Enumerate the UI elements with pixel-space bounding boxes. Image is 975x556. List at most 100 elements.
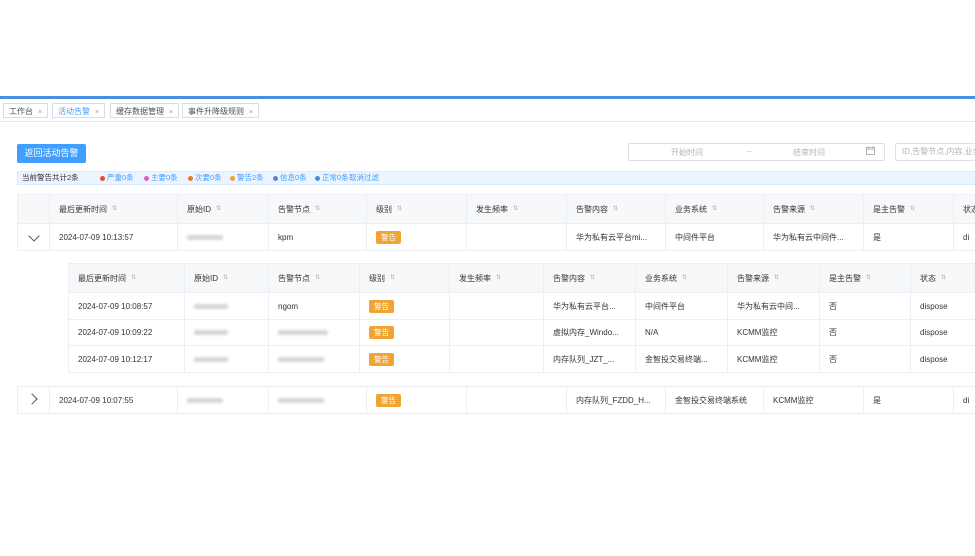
sort-icon[interactable]: ⇅ (774, 275, 779, 281)
col-header[interactable]: 发生频率 ⇅ (466, 194, 567, 224)
child-table-row[interactable]: 2024-07-09 10:08:57 ngom 警告 华为私有云平台... 中… (68, 292, 975, 320)
col-header[interactable]: 发生频率 ⇅ (449, 263, 544, 293)
cell-time: 2024-07-09 10:09:22 (68, 319, 185, 346)
search-input[interactable]: ID,告警节点,内容,业务 (895, 143, 975, 161)
col-header[interactable]: 状态 ⇅ (910, 263, 975, 293)
sort-icon[interactable]: ⇅ (613, 206, 618, 212)
date-separator: – (747, 147, 752, 156)
tab-workbench[interactable]: 工作台 × (3, 103, 49, 118)
sort-icon[interactable]: ⇅ (866, 275, 871, 281)
cell-freq (449, 319, 544, 346)
col-label: 发生频率 (459, 273, 491, 283)
sort-icon[interactable]: ⇅ (315, 206, 320, 212)
sort-icon[interactable]: ⇅ (590, 275, 595, 281)
redacted-id (194, 303, 228, 309)
col-header[interactable]: 告警节点 ⇅ (268, 263, 360, 293)
child-table-row[interactable]: 2024-07-09 10:09:22 警告 虚拟内存_Windo... N/A… (68, 319, 975, 346)
end-date-input[interactable]: 结束时间 (793, 147, 825, 158)
col-label: 最后更新时间 (59, 204, 107, 214)
tab-event-rules[interactable]: 事件升降级规则 × (182, 103, 260, 118)
tab-active-alarm[interactable]: 活动告警 × (52, 103, 106, 118)
table-row[interactable]: 2024-07-09 10:13:57 kpm 警告 华为私有云平台mi... … (17, 223, 975, 251)
sort-icon[interactable]: ⇅ (941, 275, 946, 281)
filter-label: 主要0条 (151, 173, 178, 182)
col-header[interactable]: 最后更新时间 ⇅ (49, 194, 178, 224)
sort-icon[interactable]: ⇅ (216, 206, 221, 212)
sort-icon[interactable]: ⇅ (315, 275, 320, 281)
expand-cell[interactable] (17, 386, 50, 414)
sort-icon[interactable]: ⇅ (682, 275, 687, 281)
col-header[interactable]: 告警内容 ⇅ (543, 263, 636, 293)
col-header[interactable]: 状态 (953, 194, 975, 224)
redacted-node (278, 330, 328, 335)
child-alarm-table: 最后更新时间 ⇅ 原始ID ⇅ 告警节点 ⇅ 级别 ⇅ 发生频率 ⇅ 告警内容 ⇅ 业务系统… (68, 263, 975, 373)
tab-cache-data[interactable]: 缓存数据管理 × (110, 103, 180, 118)
cell-level: 警告 (366, 223, 467, 251)
chevron-right-icon[interactable] (26, 393, 38, 405)
col-header[interactable]: 级别 ⇅ (366, 194, 467, 224)
cell-id (177, 386, 269, 414)
level-tag: 警告 (376, 230, 401, 244)
sort-icon[interactable]: ⇅ (112, 206, 117, 212)
cell-system: 金智投交易终端... (635, 345, 728, 373)
col-header[interactable]: 原始ID ⇅ (177, 194, 269, 224)
cell-source: 华为私有云中间... (727, 292, 820, 320)
redacted-node (278, 356, 324, 362)
col-header[interactable]: 原始ID ⇅ (184, 263, 269, 293)
date-range-picker[interactable]: 开始时间 – 结束时间 (628, 143, 885, 161)
filter-critical[interactable]: 严重0条 (100, 172, 134, 184)
start-date-input[interactable]: 开始时间 (671, 147, 703, 158)
col-header[interactable]: 告警内容 ⇅ (566, 194, 666, 224)
filter-info[interactable]: 信息0条 (273, 172, 307, 184)
sort-icon[interactable]: ⇅ (810, 206, 815, 212)
filter-minor[interactable]: 次要0条 (188, 172, 222, 184)
sort-icon[interactable]: ⇅ (397, 206, 402, 212)
cell-node: ngom (268, 292, 360, 320)
sort-icon[interactable]: ⇅ (513, 206, 518, 212)
col-header[interactable]: 业务系统 ⇅ (635, 263, 728, 293)
col-header[interactable]: 告警节点 ⇅ (268, 194, 367, 224)
filter-warning[interactable]: 警告2条 (230, 172, 264, 184)
close-icon[interactable]: × (38, 109, 42, 116)
tab-label: 活动告警 (58, 107, 90, 116)
table-row[interactable]: 2024-07-09 10:07:55 警告 内存队列_FZDD_H... 金智… (17, 386, 975, 414)
cell-level: 警告 (366, 386, 467, 414)
sort-icon[interactable]: ⇅ (223, 275, 228, 281)
cell-id (184, 292, 269, 320)
col-label: 状态 (963, 204, 975, 214)
sort-icon[interactable]: ⇅ (390, 275, 395, 281)
col-header[interactable]: 级别 ⇅ (359, 263, 450, 293)
filter-major[interactable]: 主要0条 (144, 172, 178, 184)
filter-label: 严重0条 (107, 173, 134, 182)
col-header[interactable]: 告警来源 ⇅ (727, 263, 820, 293)
expand-column-header (17, 194, 50, 224)
col-label: 告警内容 (553, 273, 585, 283)
col-header[interactable]: 最后更新时间 ⇅ (68, 263, 185, 293)
child-table-row[interactable]: 2024-07-09 10:12:17 警告 内存队列_JZT_... 金智投交… (68, 345, 975, 373)
level-tag: 警告 (369, 352, 394, 366)
close-icon[interactable]: × (95, 109, 99, 116)
chevron-down-icon[interactable] (27, 229, 40, 242)
filter-normal[interactable]: 正常0条 (315, 172, 349, 184)
tabs-bar: 工作台 × 活动告警 × 缓存数据管理 × 事件升降级规则 × (0, 99, 975, 122)
col-label: 发生频率 (476, 204, 508, 214)
filter-label: 警告2条 (237, 173, 264, 182)
close-icon[interactable]: × (249, 109, 253, 116)
back-to-alarms-button[interactable]: 返回活动告警 (17, 144, 86, 163)
col-header[interactable]: 是主告警 ⇅ (819, 263, 911, 293)
calendar-icon[interactable] (866, 146, 875, 155)
cell-is-main: 是 (863, 223, 954, 251)
minor-dot-icon (188, 175, 193, 181)
sort-icon[interactable]: ⇅ (496, 275, 501, 281)
close-icon[interactable]: × (169, 109, 173, 116)
sort-icon[interactable]: ⇅ (712, 206, 717, 212)
col-header[interactable]: 告警来源 ⇅ (763, 194, 864, 224)
col-label: 级别 (376, 204, 392, 214)
cell-system: 金智投交易终端系统 (665, 386, 764, 414)
sort-icon[interactable]: ⇅ (910, 206, 915, 212)
expand-cell[interactable] (17, 223, 50, 251)
col-header[interactable]: 业务系统 ⇅ (665, 194, 764, 224)
clear-filter-link[interactable]: 取消过滤 (349, 172, 379, 184)
col-header[interactable]: 是主告警 ⇅ (863, 194, 954, 224)
sort-icon[interactable]: ⇅ (131, 275, 136, 281)
